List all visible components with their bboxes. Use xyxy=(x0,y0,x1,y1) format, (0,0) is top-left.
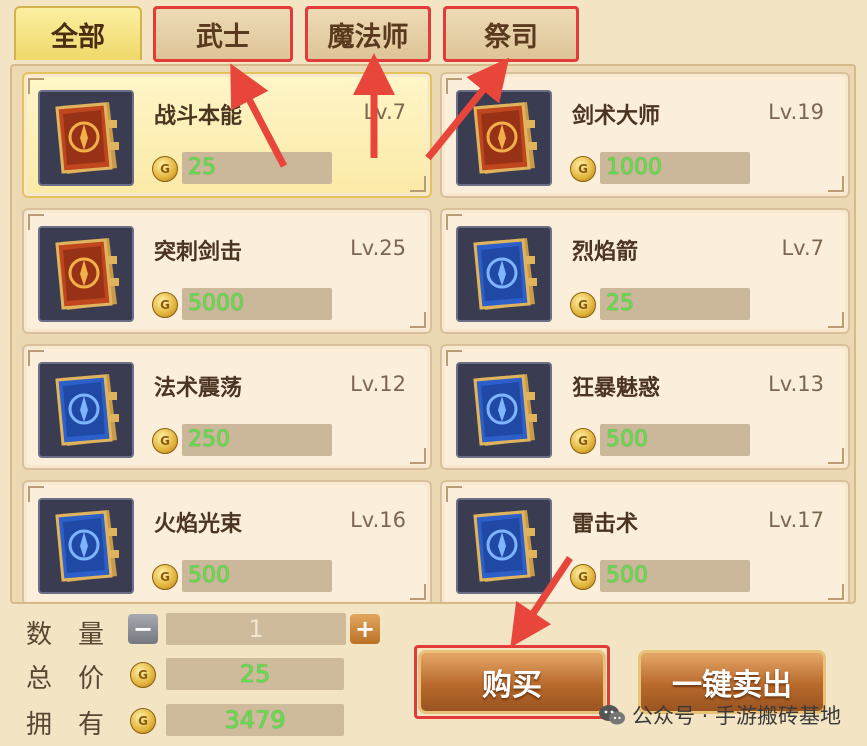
red-skill-book-icon xyxy=(473,102,537,174)
quantity-input[interactable]: 1 xyxy=(166,613,346,645)
skill-card[interactable]: 雷击术 Lv.17 G 500 xyxy=(440,480,850,602)
skill-book-grid: 战斗本能 Lv.7 G 25 剑术大师 Lv.19 G 1000 突刺剑击 Lv.25 G 5000 烈… xyxy=(10,64,856,604)
tab-label: 祭司 xyxy=(484,21,538,53)
tab-label: 全部 xyxy=(51,21,105,53)
skill-card[interactable]: 突刺剑击 Lv.25 G 5000 xyxy=(22,208,432,334)
tab-all[interactable]: 全部 xyxy=(14,6,142,60)
tab-label: 武士 xyxy=(196,21,250,53)
skill-name: 狂暴魅惑 xyxy=(572,376,661,401)
skill-book-frame xyxy=(38,362,134,458)
minus-icon: − xyxy=(132,615,154,643)
skill-price: 500 xyxy=(182,560,332,592)
class-tab-bar: 全部 武士 魔法师 祭司 xyxy=(0,0,867,66)
tab-mage[interactable]: 魔法师 xyxy=(305,6,431,62)
skill-book-frame xyxy=(456,90,552,186)
total-price-label: 总价 xyxy=(26,664,131,694)
minus-button[interactable]: − xyxy=(128,614,158,644)
blue-skill-book-icon xyxy=(473,510,537,582)
coin-icon: G xyxy=(570,156,596,182)
blue-skill-book-icon xyxy=(55,510,119,582)
skill-name: 战斗本能 xyxy=(154,104,243,129)
coin-icon: G xyxy=(152,564,178,590)
wechat-icon xyxy=(598,705,625,725)
coin-icon: G xyxy=(570,292,596,318)
coin-icon: G xyxy=(152,156,178,182)
skill-level: Lv.13 xyxy=(768,372,824,396)
red-skill-book-icon xyxy=(55,102,119,174)
red-skill-book-icon xyxy=(55,238,119,310)
owned-label: 拥有 xyxy=(26,710,131,740)
watermark-text: 公众号 · 手游搬砖基地 xyxy=(631,704,841,728)
skill-book-frame xyxy=(38,90,134,186)
coin-icon: G xyxy=(152,292,178,318)
skill-book-frame xyxy=(38,498,134,594)
buy-label: 购买 xyxy=(482,668,542,703)
skill-price: 1000 xyxy=(600,152,750,184)
quantity-label: 数量 xyxy=(26,620,131,650)
skill-card[interactable]: 剑术大师 Lv.19 G 1000 xyxy=(440,72,850,198)
skill-level: Lv.19 xyxy=(768,100,824,124)
skill-price: 500 xyxy=(600,424,750,456)
skill-name: 雷击术 xyxy=(572,512,639,537)
skill-level: Lv.12 xyxy=(350,372,406,396)
coin-icon: G xyxy=(152,428,178,454)
blue-skill-book-icon xyxy=(473,374,537,446)
skill-level: Lv.16 xyxy=(350,508,406,532)
watermark: 公众号 · 手游搬砖基地 xyxy=(598,700,841,730)
skill-book-frame xyxy=(456,362,552,458)
skill-name: 法术震荡 xyxy=(154,376,243,401)
skill-level: Lv.25 xyxy=(350,236,406,260)
skill-name: 火焰光束 xyxy=(154,512,243,537)
skill-price: 500 xyxy=(600,560,750,592)
blue-skill-book-icon xyxy=(473,238,537,310)
skill-book-frame xyxy=(456,498,552,594)
coin-icon: G xyxy=(570,428,596,454)
skill-book-frame xyxy=(456,226,552,322)
skill-name: 烈焰箭 xyxy=(572,240,639,265)
plus-button[interactable]: + xyxy=(350,614,380,644)
skill-card[interactable]: 烈焰箭 Lv.7 G 25 xyxy=(440,208,850,334)
sell-all-label: 一键卖出 xyxy=(672,668,792,703)
plus-icon: + xyxy=(354,615,376,643)
skill-name: 突刺剑击 xyxy=(154,240,243,265)
buy-button[interactable]: 购买 xyxy=(414,645,610,719)
blue-skill-book-icon xyxy=(55,374,119,446)
coin-icon: G xyxy=(570,564,596,590)
skill-price: 25 xyxy=(600,288,750,320)
tab-warrior[interactable]: 武士 xyxy=(153,6,293,62)
skill-card[interactable]: 法术震荡 Lv.12 G 250 xyxy=(22,344,432,470)
skill-book-frame xyxy=(38,226,134,322)
tab-label: 魔法师 xyxy=(327,21,409,53)
coin-icon: G xyxy=(130,662,156,688)
tab-priest[interactable]: 祭司 xyxy=(443,6,579,62)
skill-level: Lv.7 xyxy=(781,236,824,260)
skill-price: 25 xyxy=(182,152,332,184)
owned-value: 3479 xyxy=(166,704,344,736)
skill-level: Lv.17 xyxy=(768,508,824,532)
skill-price: 250 xyxy=(182,424,332,456)
skill-card[interactable]: 战斗本能 Lv.7 G 25 xyxy=(22,72,432,198)
skill-card[interactable]: 狂暴魅惑 Lv.13 G 500 xyxy=(440,344,850,470)
skill-card[interactable]: 火焰光束 Lv.16 G 500 xyxy=(22,480,432,602)
total-price-value: 25 xyxy=(166,658,344,690)
purchase-panel: 数量 − 1 + 总价 G 25 拥有 G 3479 购买 一键卖出 公众号 ·… xyxy=(0,604,867,746)
skill-price: 5000 xyxy=(182,288,332,320)
coin-icon: G xyxy=(130,708,156,734)
skill-name: 剑术大师 xyxy=(572,104,661,129)
skill-level: Lv.7 xyxy=(363,100,406,124)
